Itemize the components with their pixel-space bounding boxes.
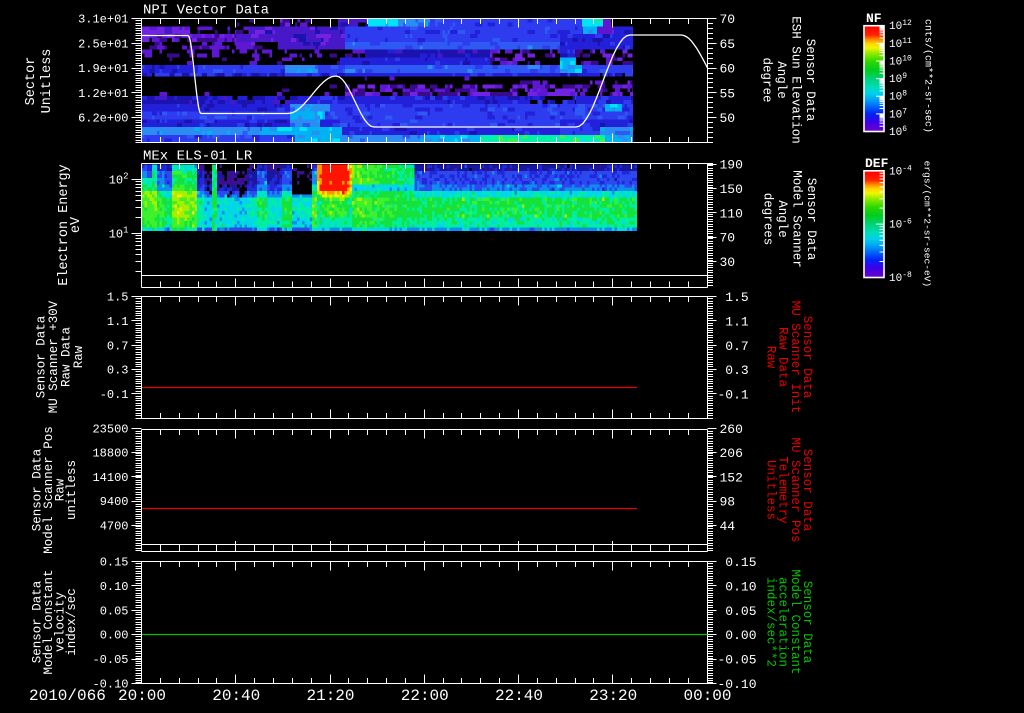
svg-text:60: 60 xyxy=(720,62,736,77)
svg-text:23:20: 23:20 xyxy=(589,687,637,705)
svg-text:00:00: 00:00 xyxy=(683,687,731,705)
svg-text:18800: 18800 xyxy=(92,447,128,461)
svg-text:ESH Sun Elevation: ESH Sun Elevation xyxy=(789,16,803,144)
svg-text:0.3: 0.3 xyxy=(107,364,129,378)
svg-text:1.1: 1.1 xyxy=(107,315,129,329)
svg-text:eV: eV xyxy=(69,216,84,233)
svg-text:1.9e+01: 1.9e+01 xyxy=(78,62,128,76)
svg-text:9400: 9400 xyxy=(100,495,129,509)
svg-text:152: 152 xyxy=(720,470,743,485)
svg-text:Sensor Data: Sensor Data xyxy=(804,178,818,261)
svg-text:70: 70 xyxy=(720,12,736,27)
svg-text:2010/066: 2010/066 xyxy=(29,687,106,705)
svg-text:Unitless: Unitless xyxy=(40,49,55,114)
svg-text:6.2e+00: 6.2e+00 xyxy=(78,112,128,126)
svg-text:0.7: 0.7 xyxy=(107,339,129,353)
svg-text:degrees: degrees xyxy=(761,193,775,246)
svg-text:Sensor Data: Sensor Data xyxy=(803,39,817,122)
svg-text:110: 110 xyxy=(720,206,743,221)
svg-text:0.10: 0.10 xyxy=(718,579,757,594)
svg-text:0.15: 0.15 xyxy=(718,555,757,570)
svg-text:index/sec**2: index/sec**2 xyxy=(763,577,777,667)
svg-text:65: 65 xyxy=(720,37,736,52)
svg-text:NPI Vector Data: NPI Vector Data xyxy=(143,3,269,19)
svg-text:DEF: DEF xyxy=(865,156,889,171)
svg-text:cnts/(cm**2-sr-sec): cnts/(cm**2-sr-sec) xyxy=(922,19,934,133)
svg-text:21:20: 21:20 xyxy=(306,687,354,705)
svg-text:MEx ELS-01 LR: MEx ELS-01 LR xyxy=(143,149,253,165)
svg-text:3.1e+01: 3.1e+01 xyxy=(78,13,128,27)
svg-text:190: 190 xyxy=(720,158,743,173)
svg-text:Raw: Raw xyxy=(72,345,86,368)
svg-text:55: 55 xyxy=(720,86,736,101)
svg-text:degree: degree xyxy=(760,57,774,102)
svg-text:20:00: 20:00 xyxy=(118,687,166,705)
svg-text:-0.05: -0.05 xyxy=(718,653,757,668)
svg-text:Sector: Sector xyxy=(24,57,39,106)
svg-text:50: 50 xyxy=(720,111,736,126)
svg-text:1.5: 1.5 xyxy=(718,290,749,305)
svg-text:Unitless: Unitless xyxy=(763,460,777,520)
svg-text:unitless: unitless xyxy=(65,460,79,520)
svg-text:Raw: Raw xyxy=(763,346,777,369)
svg-text:1.2e+01: 1.2e+01 xyxy=(78,87,128,101)
svg-text:1.1: 1.1 xyxy=(718,315,749,330)
svg-text:-0.05: -0.05 xyxy=(92,653,128,667)
svg-text:0.3: 0.3 xyxy=(718,363,749,378)
svg-text:Model Scanner: Model Scanner xyxy=(790,170,804,268)
svg-text:23500: 23500 xyxy=(92,422,128,436)
svg-text:14100: 14100 xyxy=(92,471,128,485)
svg-text:22:40: 22:40 xyxy=(495,687,543,705)
svg-text:0.05: 0.05 xyxy=(100,604,129,618)
svg-text:0.00: 0.00 xyxy=(100,629,129,643)
svg-text:30: 30 xyxy=(720,255,736,270)
svg-text:150: 150 xyxy=(720,182,743,197)
svg-text:260: 260 xyxy=(720,422,743,437)
svg-text:Angle: Angle xyxy=(775,200,789,238)
svg-text:ergs/(cm**2-sr-sec-eV): ergs/(cm**2-sr-sec-eV) xyxy=(922,161,933,288)
svg-text:0.15: 0.15 xyxy=(100,556,129,570)
svg-text:-0.1: -0.1 xyxy=(100,388,129,402)
svg-text:4700: 4700 xyxy=(100,520,129,534)
svg-text:0.05: 0.05 xyxy=(718,604,757,619)
svg-text:98: 98 xyxy=(720,495,736,510)
svg-text:70: 70 xyxy=(720,231,736,246)
svg-text:20:40: 20:40 xyxy=(212,687,260,705)
svg-text:2.5e+01: 2.5e+01 xyxy=(78,37,128,51)
svg-text:-0.1: -0.1 xyxy=(718,387,749,402)
svg-text:206: 206 xyxy=(720,446,743,461)
svg-text:0.00: 0.00 xyxy=(718,628,757,643)
svg-text:44: 44 xyxy=(720,519,736,534)
svg-text:NF: NF xyxy=(866,11,882,26)
svg-text:1.5: 1.5 xyxy=(107,291,129,305)
svg-text:Angle: Angle xyxy=(774,61,788,99)
svg-text:0.7: 0.7 xyxy=(718,339,749,354)
svg-text:index/sec: index/sec xyxy=(65,588,79,656)
svg-text:22:00: 22:00 xyxy=(401,687,449,705)
svg-text:0.10: 0.10 xyxy=(100,580,129,594)
